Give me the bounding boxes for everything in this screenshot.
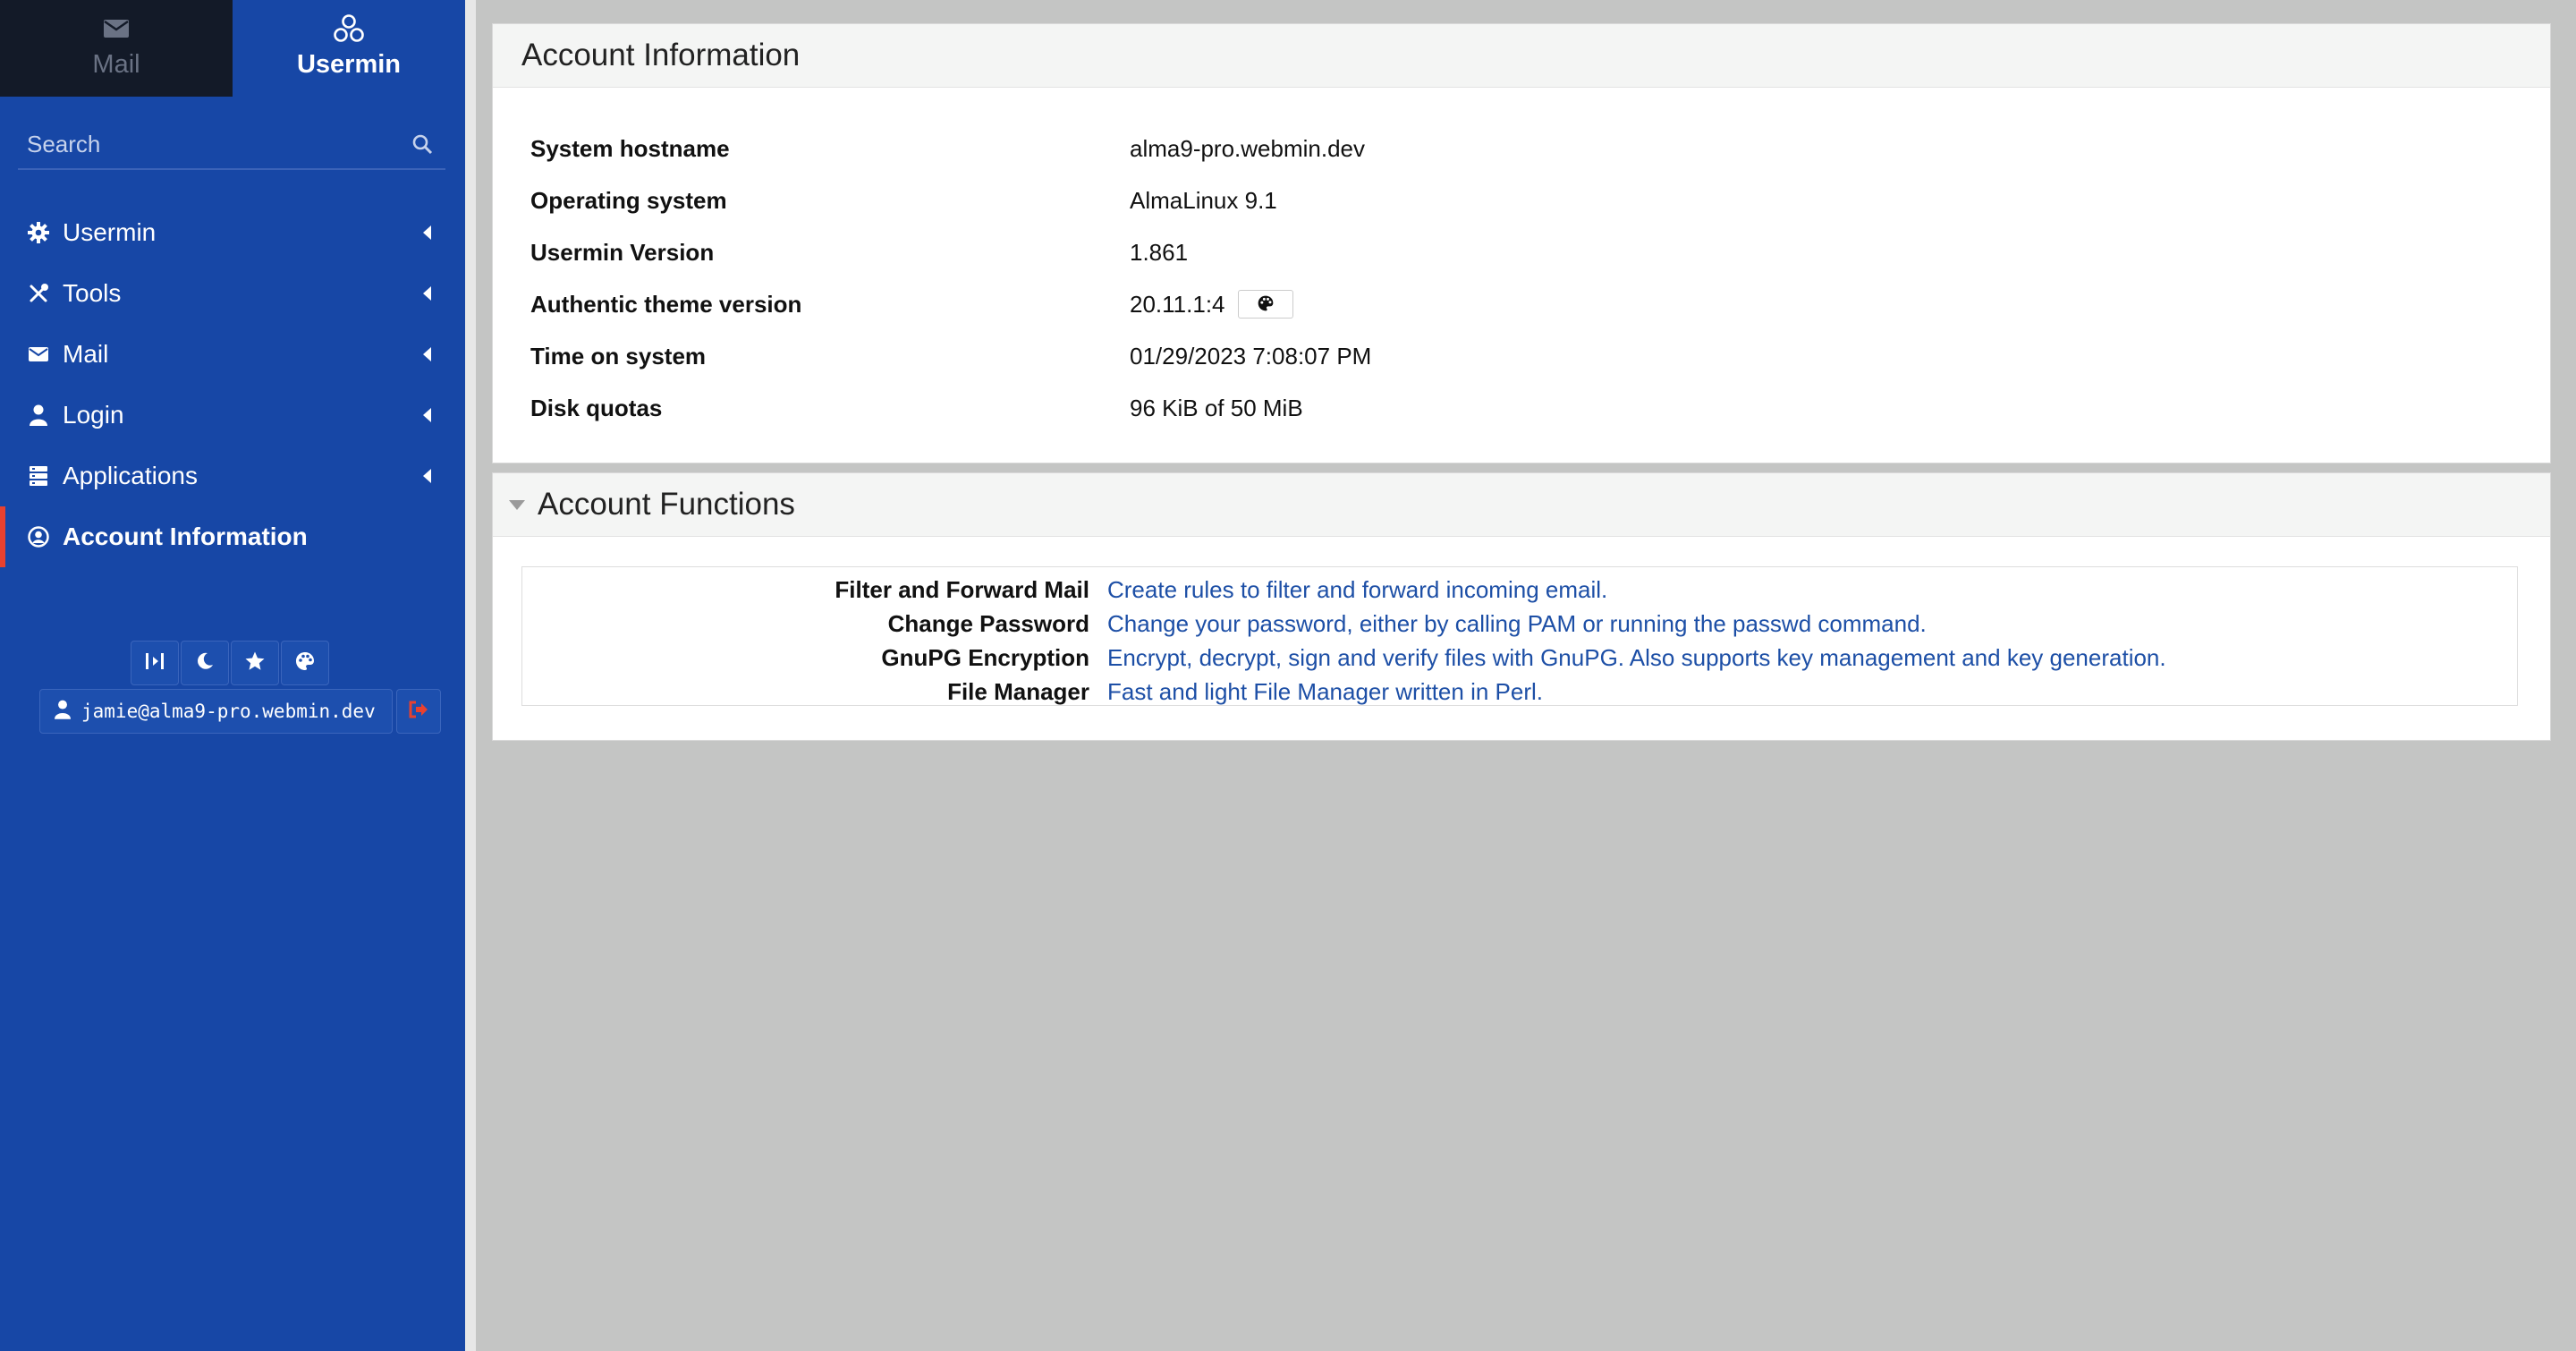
function-label: GnuPG Encryption — [881, 643, 1089, 671]
info-value-container: 20.11.1:4 — [1130, 290, 1293, 319]
caret-left-icon — [423, 469, 431, 483]
current-user-label: jamie@alma9-pro.webmin.dev — [81, 701, 376, 722]
palette-icon — [294, 650, 316, 676]
info-row: Usermin Version 1.861 — [530, 226, 1371, 278]
account-functions-panel: Account Functions Filter and Forward Mai… — [492, 472, 2551, 741]
info-label: Usermin Version — [530, 238, 715, 266]
user-circle-icon — [27, 525, 50, 548]
sidebar-item-account-information[interactable]: Account Information — [0, 506, 465, 567]
page-title: Account Information — [521, 38, 801, 72]
info-label: Time on system — [530, 342, 707, 370]
account-info-table: System hostname alma9-pro.webmin.dev Ope… — [530, 123, 1371, 434]
user-icon — [27, 404, 50, 427]
function-label: Filter and Forward Mail — [835, 575, 1089, 603]
tools-icon — [27, 282, 50, 305]
envelope-icon — [27, 343, 50, 366]
account-functions-table: Filter and Forward Mail Create rules to … — [521, 566, 2518, 706]
function-link[interactable]: Change your password, either by calling … — [1107, 610, 1927, 638]
function-label: File Manager — [947, 677, 1089, 705]
switch-mail-label: Mail — [92, 50, 140, 79]
collapse-triangle-icon — [509, 499, 525, 510]
info-row: Disk quotas 96 KiB of 50 MiB — [530, 382, 1371, 434]
section-title: Account Functions — [538, 487, 795, 522]
gear-icon — [27, 221, 50, 244]
collapse-icon — [144, 651, 165, 676]
info-label: Disk quotas — [530, 394, 663, 421]
sidebar-item-label: Login — [63, 401, 124, 429]
search-icon[interactable] — [411, 133, 433, 155]
sidebar-item-label: Account Information — [63, 523, 308, 550]
server-icon — [27, 464, 50, 488]
quick-actions — [131, 641, 329, 685]
envelope-icon — [103, 14, 130, 43]
info-label: System hostname — [530, 134, 730, 162]
sidebar-item-label: Mail — [63, 340, 109, 368]
caret-left-icon — [423, 408, 431, 422]
info-row: Operating system AlmaLinux 9.1 — [530, 174, 1371, 226]
sidebar: Mail Usermin Usermin Tools — [0, 0, 465, 1351]
sidebar-item-label: Applications — [63, 462, 198, 489]
collapse-button[interactable] — [131, 641, 179, 685]
theme-settings-button[interactable] — [281, 641, 329, 685]
caret-left-icon — [423, 347, 431, 361]
caret-left-icon — [423, 225, 431, 240]
sidebar-item-tools[interactable]: Tools — [0, 263, 465, 324]
user-row: jamie@alma9-pro.webmin.dev — [39, 689, 441, 734]
theme-configuration-button[interactable] — [1237, 290, 1293, 319]
night-mode-button[interactable] — [181, 641, 229, 685]
info-value: 20.11.1:4 — [1130, 290, 1225, 318]
palette-icon — [1257, 291, 1275, 319]
function-row: Filter and Forward Mail Create rules to … — [522, 573, 2517, 607]
sidebar-item-mail[interactable]: Mail — [0, 324, 465, 385]
sidebar-item-usermin[interactable]: Usermin — [0, 202, 465, 263]
panel-header: Account Information — [493, 24, 2550, 88]
function-link[interactable]: Create rules to filter and forward incom… — [1107, 576, 1607, 604]
info-row: Time on system 01/29/2023 7:08:07 PM — [530, 330, 1371, 382]
logout-button[interactable] — [395, 689, 441, 734]
function-row: GnuPG Encryption Encrypt, decrypt, sign … — [522, 641, 2517, 675]
sidebar-item-login[interactable]: Login — [0, 385, 465, 446]
sidebar-item-applications[interactable]: Applications — [0, 446, 465, 506]
current-user-button[interactable]: jamie@alma9-pro.webmin.dev — [39, 689, 393, 734]
info-label: Authentic theme version — [530, 290, 802, 318]
usermin-logo-icon — [333, 14, 365, 43]
sidebar-menu: Usermin Tools Mail Login Applications Ac… — [0, 202, 465, 567]
caret-left-icon — [423, 286, 431, 301]
info-value: alma9-pro.webmin.dev — [1130, 134, 1366, 162]
switch-usermin-tab[interactable]: Usermin — [233, 0, 465, 97]
sign-out-icon — [408, 700, 429, 724]
favorites-button[interactable] — [231, 641, 279, 685]
sidebar-item-label: Usermin — [63, 218, 157, 246]
info-label: Operating system — [530, 186, 727, 214]
info-value: 01/29/2023 7:08:07 PM — [1130, 342, 1372, 370]
search-bar — [18, 120, 445, 170]
product-switcher: Mail Usermin — [0, 0, 465, 97]
function-label: Change Password — [887, 609, 1089, 637]
user-icon — [55, 700, 71, 724]
function-row: Change Password Change your password, ei… — [522, 607, 2517, 641]
function-link[interactable]: Encrypt, decrypt, sign and verify files … — [1107, 644, 2166, 672]
account-information-panel: Account Information System hostname alma… — [492, 23, 2551, 463]
moon-icon — [195, 651, 215, 676]
info-value: AlmaLinux 9.1 — [1130, 186, 1277, 214]
info-row: Authentic theme version 20.11.1:4 — [530, 278, 1371, 330]
info-value: 1.861 — [1130, 238, 1189, 266]
star-icon — [244, 650, 266, 676]
switch-mail-tab[interactable]: Mail — [0, 0, 233, 97]
switch-usermin-label: Usermin — [296, 50, 402, 79]
function-row: File Manager Fast and light File Manager… — [522, 675, 2517, 709]
info-row: System hostname alma9-pro.webmin.dev — [530, 123, 1371, 174]
search-input[interactable] — [18, 130, 385, 158]
main-border — [465, 0, 476, 1351]
account-functions-header[interactable]: Account Functions — [493, 473, 2550, 537]
info-value: 96 KiB of 50 MiB — [1130, 394, 1303, 421]
sidebar-item-label: Tools — [63, 279, 122, 307]
function-link[interactable]: Fast and light File Manager written in P… — [1107, 678, 1543, 706]
